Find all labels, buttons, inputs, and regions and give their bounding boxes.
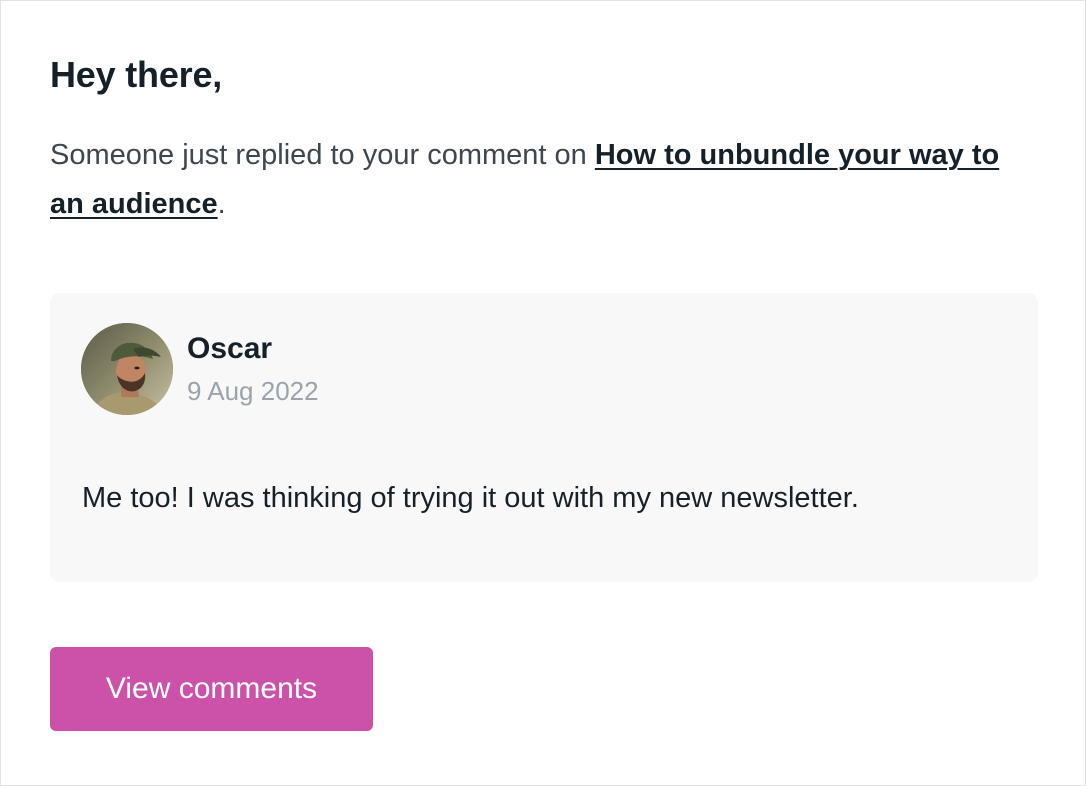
email-frame: Hey there, Someone just replied to your … [0,0,1086,786]
view-comments-button[interactable]: View comments [50,647,373,731]
comment-date: 9 Aug 2022 [187,376,319,406]
comment-author-name: Oscar [187,332,273,365]
intro-paragraph: Someone just replied to your comment on … [50,131,1020,229]
comment-card: Oscar 9 Aug 2022 Me too! I was thinking … [50,293,1038,582]
avatar [81,323,173,415]
greeting-heading: Hey there, [50,54,223,95]
comment-body: Me too! I was thinking of trying it out … [82,482,859,514]
intro-prefix-text: Someone just replied to your comment on [50,139,595,171]
intro-suffix-text: . [217,188,226,220]
user-photo-avatar-icon [81,323,173,415]
